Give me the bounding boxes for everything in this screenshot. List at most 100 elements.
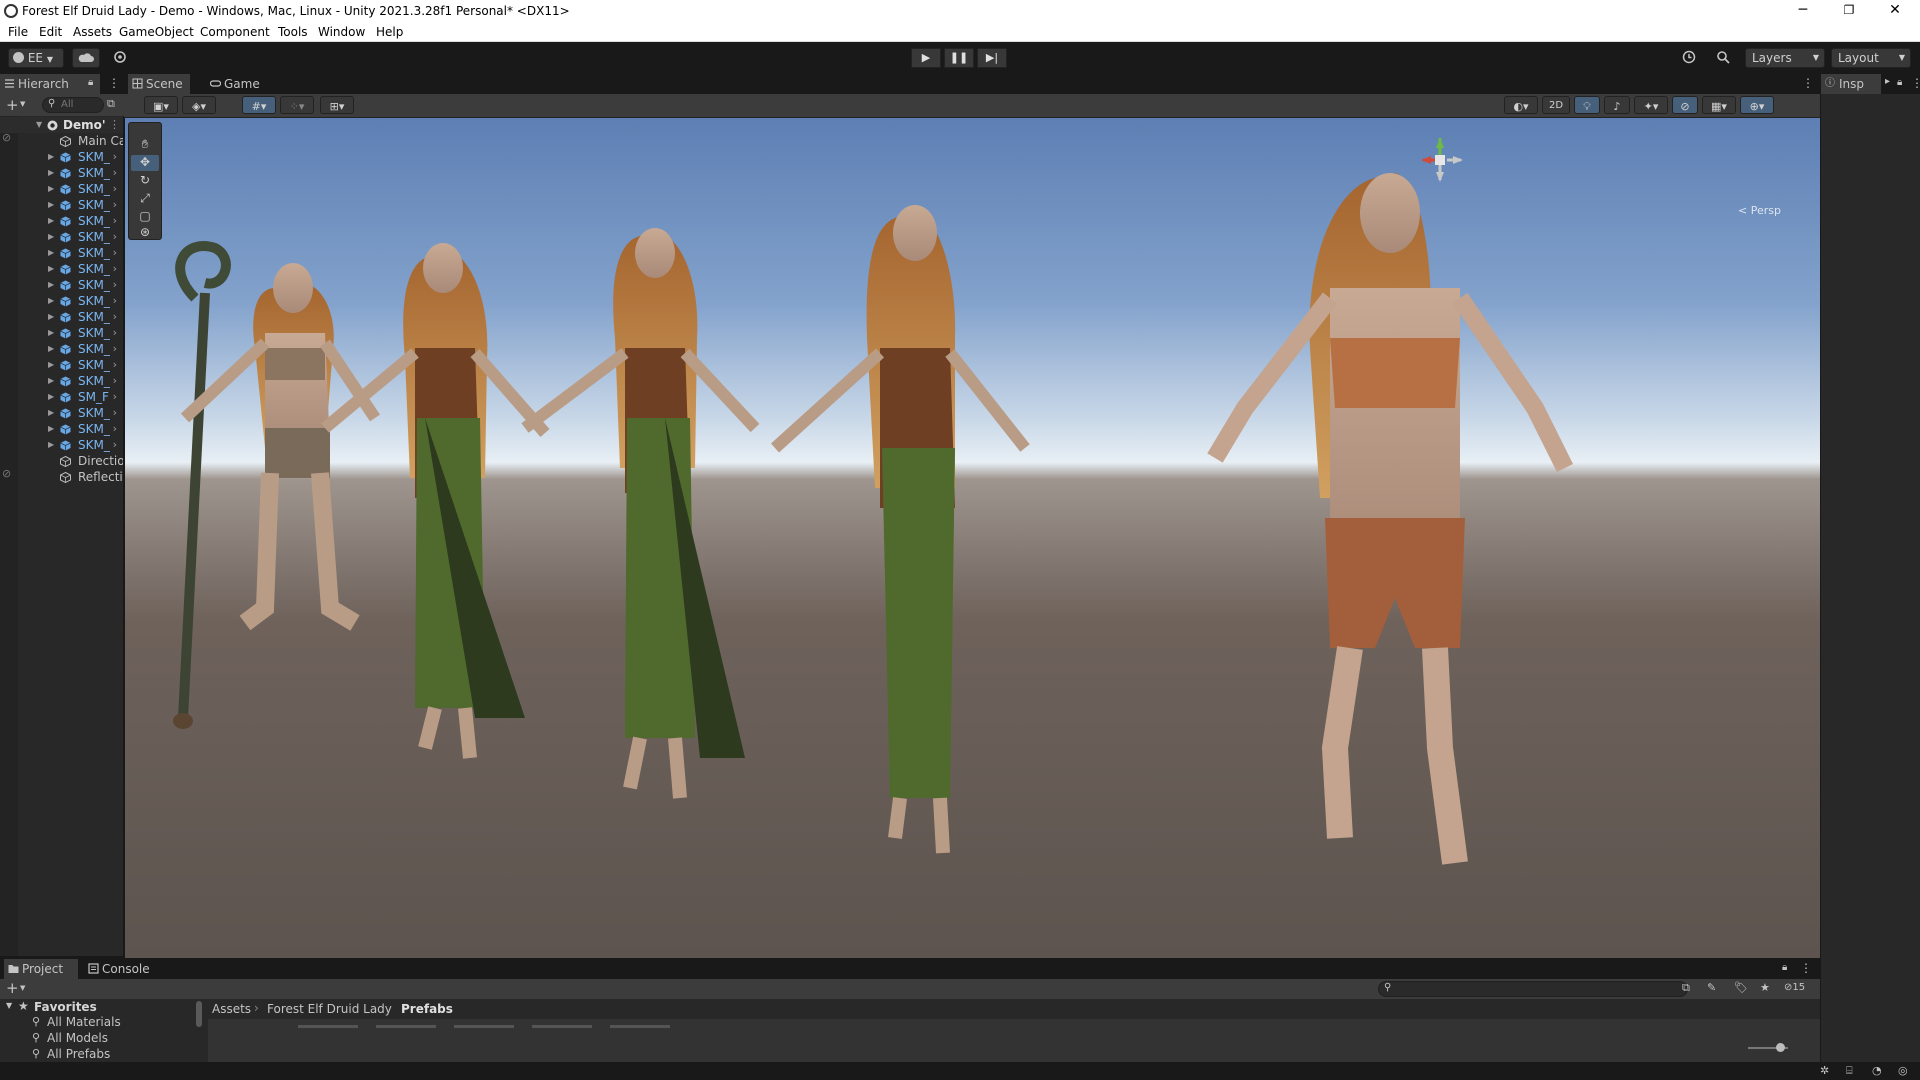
- ruler-dropdown[interactable]: ⊞▾: [320, 96, 354, 114]
- favorite-all-materials[interactable]: All Materials: [47, 1015, 121, 1029]
- chevron-right-icon[interactable]: ▸: [1885, 76, 1890, 87]
- favorite-all-prefabs[interactable]: All Prefabs: [47, 1047, 110, 1061]
- expand-arrow-icon[interactable]: ▼: [6, 1001, 12, 1010]
- shading-mode-dropdown[interactable]: ▣▾: [144, 96, 178, 114]
- hierarchy-item[interactable]: ▶ SKM_ ›: [0, 437, 123, 453]
- collab-button[interactable]: [108, 48, 134, 68]
- filter-type-icon[interactable]: ⧉: [1682, 981, 1690, 995]
- expand-arrow-icon[interactable]: ▶: [48, 152, 54, 161]
- increment-snap-dropdown[interactable]: ⁘▾: [280, 96, 314, 114]
- restore-button[interactable]: ❐: [1826, 0, 1872, 22]
- lighting-toggle[interactable]: 💡︎: [1574, 96, 1600, 114]
- expand-arrow-icon[interactable]: ▶: [48, 376, 54, 385]
- hierarchy-item[interactable]: ▶ SKM_ ›: [0, 293, 123, 309]
- scene-viewport[interactable]: ✋︎ ✥ ↻ ⤢ ▢ ⊛ < Persp: [125, 118, 1820, 958]
- kebab-menu-icon[interactable]: ⋮: [108, 76, 120, 90]
- hierarchy-item[interactable]: Main Ca: [0, 133, 123, 149]
- expand-arrow-icon[interactable]: ▶: [48, 344, 54, 353]
- grid-snapping-dropdown[interactable]: #▾: [242, 96, 276, 114]
- kebab-menu-icon[interactable]: ⋮: [1800, 961, 1812, 975]
- hierarchy-item[interactable]: ▶ SKM_ ›: [0, 261, 123, 277]
- hierarchy-item[interactable]: ▶ SKM_ ›: [0, 421, 123, 437]
- project-search-input[interactable]: ⚲: [1378, 981, 1688, 997]
- draw-mode-dropdown[interactable]: ◈▾: [182, 96, 216, 114]
- bug-icon[interactable]: ✲: [1820, 1064, 1829, 1077]
- rect-tool-button[interactable]: ▢: [131, 209, 159, 225]
- breadcrumb-forest-elf[interactable]: Forest Elf Druid Lady: [267, 1002, 392, 1016]
- open-prefab-chevron-icon[interactable]: ›: [113, 198, 117, 211]
- perspective-label[interactable]: < Persp: [1738, 204, 1781, 217]
- open-prefab-chevron-icon[interactable]: ›: [113, 246, 117, 259]
- open-prefab-chevron-icon[interactable]: ›: [113, 150, 117, 163]
- open-prefab-chevron-icon[interactable]: ›: [113, 422, 117, 435]
- hierarchy-item[interactable]: ▶ SKM_ ›: [0, 181, 123, 197]
- star-icon[interactable]: ★: [1760, 981, 1770, 994]
- expand-arrow-icon[interactable]: ▶: [48, 184, 54, 193]
- expand-arrow-icon[interactable]: ▶: [48, 248, 54, 257]
- network-icon[interactable]: ⌸: [1846, 1064, 1853, 1078]
- open-prefab-chevron-icon[interactable]: ›: [113, 278, 117, 291]
- layout-dropdown[interactable]: Layout ▼: [1831, 48, 1911, 68]
- hierarchy-item[interactable]: Directio: [0, 453, 123, 469]
- asset-thumbnail[interactable]: [532, 1025, 592, 1028]
- draw-sphere-dropdown[interactable]: ◐▾: [1504, 96, 1538, 114]
- scale-tool-button[interactable]: ⤢: [131, 191, 159, 207]
- lock-icon[interactable]: 🔒︎: [88, 77, 93, 88]
- filter-icon[interactable]: ⧉: [107, 97, 115, 111]
- open-prefab-chevron-icon[interactable]: ›: [113, 230, 117, 243]
- hierarchy-item[interactable]: ▶ SKM_ ›: [0, 277, 123, 293]
- expand-arrow-icon[interactable]: ▶: [48, 200, 54, 209]
- hierarchy-item[interactable]: ▶ SKM_ ›: [0, 245, 123, 261]
- open-prefab-chevron-icon[interactable]: ›: [113, 374, 117, 387]
- hidden-objects-toggle[interactable]: ⊘: [1672, 96, 1698, 114]
- kebab-menu-icon[interactable]: ⋮: [1802, 76, 1814, 90]
- tab-scene[interactable]: Scene: [128, 74, 190, 94]
- chevron-down-icon[interactable]: ▼: [20, 100, 25, 108]
- expand-arrow-icon[interactable]: ▶: [48, 312, 54, 321]
- gizmos-dropdown[interactable]: ⊕▾: [1740, 96, 1774, 114]
- open-prefab-chevron-icon[interactable]: ›: [113, 406, 117, 419]
- scene-row[interactable]: ▼ Demo' ⋮: [0, 117, 123, 133]
- hierarchy-item[interactable]: ▶ SKM_ ›: [0, 229, 123, 245]
- menu-gameobject[interactable]: GameObject: [119, 25, 194, 39]
- layers-dropdown[interactable]: Layers ▼: [1745, 48, 1825, 68]
- lock-icon[interactable]: 🔒︎: [1897, 77, 1902, 88]
- hidden-packages-toggle[interactable]: ⊘15: [1784, 982, 1805, 993]
- menu-edit[interactable]: Edit: [39, 25, 62, 39]
- open-prefab-chevron-icon[interactable]: ›: [113, 310, 117, 323]
- expand-arrow-icon[interactable]: ▶: [48, 232, 54, 241]
- hierarchy-item[interactable]: ▶ SKM_ ›: [0, 357, 123, 373]
- open-prefab-chevron-icon[interactable]: ›: [113, 438, 117, 451]
- open-prefab-chevron-icon[interactable]: ›: [113, 358, 117, 371]
- open-prefab-chevron-icon[interactable]: ›: [113, 390, 117, 403]
- open-prefab-chevron-icon[interactable]: ›: [113, 294, 117, 307]
- rotate-tool-button[interactable]: ↻: [131, 173, 159, 189]
- close-button[interactable]: ✕: [1872, 0, 1918, 22]
- menu-assets[interactable]: Assets: [73, 25, 112, 39]
- asset-thumbnail[interactable]: [610, 1025, 670, 1028]
- move-tool-button[interactable]: ✥: [131, 155, 159, 171]
- open-prefab-chevron-icon[interactable]: ›: [113, 262, 117, 275]
- kebab-menu-icon[interactable]: ⋮: [109, 118, 120, 131]
- expand-arrow-icon[interactable]: ▶: [48, 424, 54, 433]
- undo-history-button[interactable]: [1677, 48, 1703, 68]
- menu-file[interactable]: File: [8, 25, 28, 39]
- expand-arrow-icon[interactable]: ▶: [48, 296, 54, 305]
- expand-arrow-icon[interactable]: ▶: [48, 328, 54, 337]
- hierarchy-item[interactable]: ▶ SKM_ ›: [0, 165, 123, 181]
- notifications-icon[interactable]: ◎: [1898, 1064, 1908, 1077]
- tree-scrollbar[interactable]: [196, 1001, 202, 1027]
- asset-thumbnail[interactable]: [298, 1025, 358, 1028]
- expand-arrow-icon[interactable]: ▶: [48, 168, 54, 177]
- chevron-down-icon[interactable]: ▼: [20, 984, 25, 992]
- create-button[interactable]: +: [6, 979, 19, 997]
- open-prefab-chevron-icon[interactable]: ›: [113, 326, 117, 339]
- tab-inspector[interactable]: ⓘ Insp: [1821, 74, 1881, 94]
- open-prefab-chevron-icon[interactable]: ›: [113, 166, 117, 179]
- filter-label-icon[interactable]: ✎: [1707, 981, 1716, 994]
- add-button[interactable]: +: [6, 96, 19, 114]
- step-button[interactable]: ▶|: [977, 48, 1007, 68]
- expand-arrow-icon[interactable]: ▶: [48, 440, 54, 449]
- minimize-button[interactable]: ─: [1780, 0, 1826, 22]
- breadcrumb-prefabs[interactable]: Prefabs: [401, 1002, 453, 1016]
